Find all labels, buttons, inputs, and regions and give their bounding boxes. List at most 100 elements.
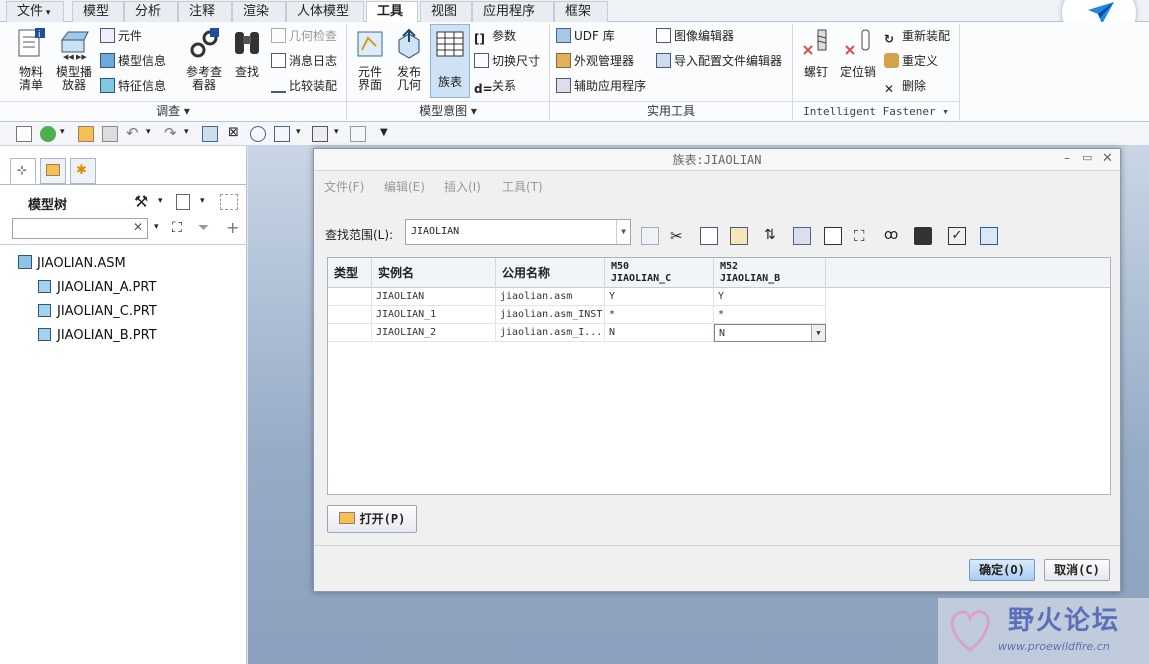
component-button[interactable]: 元件 <box>100 26 166 46</box>
switch-dimensions-button[interactable]: 切换尺寸 <box>474 51 540 71</box>
reference-viewer-button[interactable]: 参考查 看器 <box>180 28 228 92</box>
print-icon[interactable] <box>312 126 328 142</box>
chevron-down-icon[interactable]: ▼ <box>811 325 825 341</box>
ok-button[interactable]: 确定(O) <box>969 559 1035 581</box>
close-window-icon[interactable]: ⊠ <box>228 125 239 140</box>
undo-icon[interactable]: ↶ <box>126 124 139 142</box>
chevron-down-icon[interactable]: ▾ <box>158 196 163 206</box>
switch-window-icon[interactable] <box>274 126 290 142</box>
relations-button[interactable]: d=关系 <box>474 76 540 96</box>
settings-tools-icon[interactable]: ⚒ <box>134 192 148 211</box>
redo-icon[interactable]: ↷ <box>164 124 177 142</box>
chevron-down-icon[interactable]: ▾ <box>296 127 301 137</box>
cell-m52-dropdown[interactable]: N ▼ <box>714 324 826 342</box>
minimize-icon[interactable]: – <box>1064 151 1070 165</box>
model-player-button[interactable]: ◀◀ ▶▶ 模型播 放器 <box>52 28 96 92</box>
windows-icon[interactable] <box>250 126 266 142</box>
table-row[interactable]: JIAOLIAN_2 jiaolian.asm_I... N N ▼ <box>328 324 826 342</box>
import-config-editor-button[interactable]: 导入配置文件编辑器 <box>656 51 782 71</box>
verify-icon[interactable]: ✓ <box>948 227 966 245</box>
tree-item-assembly[interactable]: JIAOLIAN.ASM <box>18 252 126 276</box>
up-level-icon[interactable] <box>641 227 659 245</box>
sort-icon[interactable]: ⇅ <box>764 227 782 245</box>
cell-common-name[interactable]: jiaolian.asm_INST <box>496 306 605 324</box>
cell-instance-name[interactable]: JIAOLIAN <box>372 288 496 306</box>
column-header-type[interactable]: 类型 <box>328 258 372 288</box>
preview-glasses-icon[interactable]: ꝏ <box>884 227 902 245</box>
publish-geometry-button[interactable]: 发布 几何 <box>390 28 428 92</box>
open-folder-icon[interactable] <box>78 126 94 142</box>
parameters-button[interactable]: [] 参数 <box>474 26 540 46</box>
group-investigate-label[interactable]: 调查 ▾ <box>0 101 346 121</box>
dowel-button[interactable]: 定位销 <box>836 28 880 79</box>
column-header-m52[interactable]: M52 JIAOLIAN_B <box>714 258 826 288</box>
tab-framework[interactable]: 框架 <box>554 1 608 22</box>
cell-m50[interactable]: N <box>605 324 714 342</box>
close-icon[interactable]: ✕ <box>1102 151 1113 166</box>
cell-m50[interactable]: Y <box>605 288 714 306</box>
chevron-down-icon[interactable]: ▾ <box>334 127 339 137</box>
open-button[interactable]: 打开(P) <box>327 505 417 533</box>
chevron-down-icon[interactable]: ▾ <box>146 127 151 137</box>
compare-assembly-button[interactable]: 比较装配 <box>271 76 337 96</box>
table-row[interactable]: JIAOLIAN jiaolian.asm Y Y <box>328 288 826 306</box>
tab-human-model[interactable]: 人体模型 <box>286 1 364 22</box>
tab-folder-browser[interactable] <box>40 158 66 184</box>
chevron-down-icon[interactable]: ▾ <box>200 196 205 206</box>
cell-instance-name[interactable]: JIAOLIAN_2 <box>372 324 496 342</box>
tree-search-input[interactable]: ✕ <box>12 218 148 239</box>
cut-icon[interactable]: ✂ <box>670 227 688 245</box>
chevron-down-icon[interactable]: ▾ <box>184 127 189 137</box>
component-interface-button[interactable]: 元件 界面 <box>352 28 388 92</box>
copy-icon[interactable] <box>700 227 718 245</box>
tab-render[interactable]: 渲染 <box>232 1 286 22</box>
tab-tools[interactable]: 工具 <box>366 1 418 23</box>
tab-annotate[interactable]: 注释 <box>178 1 232 22</box>
column-header-instance-name[interactable]: 实例名 <box>372 258 496 288</box>
chevron-down-icon[interactable]: ▾ <box>154 222 159 232</box>
cell-m52[interactable]: Y <box>714 288 826 306</box>
cell-type[interactable] <box>328 288 372 306</box>
redefine-button[interactable]: 重定义 <box>884 51 950 71</box>
chevron-down-icon[interactable]: ▼ <box>616 220 630 244</box>
cell-common-name[interactable]: jiaolian.asm <box>496 288 605 306</box>
group-fastener-label[interactable]: Intelligent Fastener ▾ <box>793 101 959 121</box>
filter-icon[interactable]: ⏷ <box>198 220 209 236</box>
binoculars-icon[interactable]: ⛶ <box>854 227 872 245</box>
clear-search-icon[interactable]: ✕ <box>133 220 143 234</box>
bom-button[interactable]: i 物料 清单 <box>10 28 52 92</box>
column-header-common-name[interactable]: 公用名称 <box>496 258 605 288</box>
menu-edit[interactable]: 编辑(E) <box>384 175 425 199</box>
feature-info-button[interactable]: 特征信息 <box>100 76 166 96</box>
open-session-icon[interactable] <box>40 126 56 142</box>
delete-button[interactable]: ✕ 删除 <box>884 76 950 96</box>
add-column-icon[interactable] <box>824 227 842 245</box>
appearance-manager-button[interactable]: 外观管理器 <box>556 51 646 71</box>
group-model-intent-label[interactable]: 模型意图 ▾ <box>347 101 549 121</box>
family-table-button[interactable]: 族表 <box>430 24 470 98</box>
maximize-icon[interactable]: ▭ <box>1082 151 1092 164</box>
tree-item-part[interactable]: JIAOLIAN_A.PRT <box>38 276 156 300</box>
cell-type[interactable] <box>328 306 372 324</box>
cell-type[interactable] <box>328 324 372 342</box>
customize-qat-icon[interactable]: ▼ <box>380 127 388 138</box>
cell-common-name[interactable]: jiaolian.asm_I... <box>496 324 605 342</box>
tab-file[interactable]: 文件 ▾ <box>6 1 64 22</box>
paste-icon[interactable] <box>730 227 748 245</box>
table-row[interactable]: JIAOLIAN_1 jiaolian.asm_INST * * <box>328 306 826 324</box>
cell-m52[interactable]: * <box>714 306 826 324</box>
column-header-m50[interactable]: M50 JIAOLIAN_C <box>605 258 714 288</box>
tree-item-part[interactable]: JIAOLIAN_C.PRT <box>38 300 157 324</box>
binoculars-icon[interactable]: ⛶ <box>172 220 182 236</box>
cell-m50[interactable]: * <box>605 306 714 324</box>
cell-instance-name[interactable]: JIAOLIAN_1 <box>372 306 496 324</box>
model-info-button[interactable]: 模型信息 <box>100 51 166 71</box>
save-icon[interactable] <box>102 126 118 142</box>
scope-select[interactable]: JIAOLIAN ▼ <box>405 219 631 245</box>
cancel-button[interactable]: 取消(C) <box>1044 559 1110 581</box>
tab-model[interactable]: 模型 <box>72 1 124 22</box>
find-button[interactable]: 查找 <box>228 28 266 79</box>
reassemble-button[interactable]: ↻ 重新装配 <box>884 26 950 46</box>
add-icon[interactable]: + <box>226 218 239 237</box>
new-file-icon[interactable] <box>16 126 32 142</box>
